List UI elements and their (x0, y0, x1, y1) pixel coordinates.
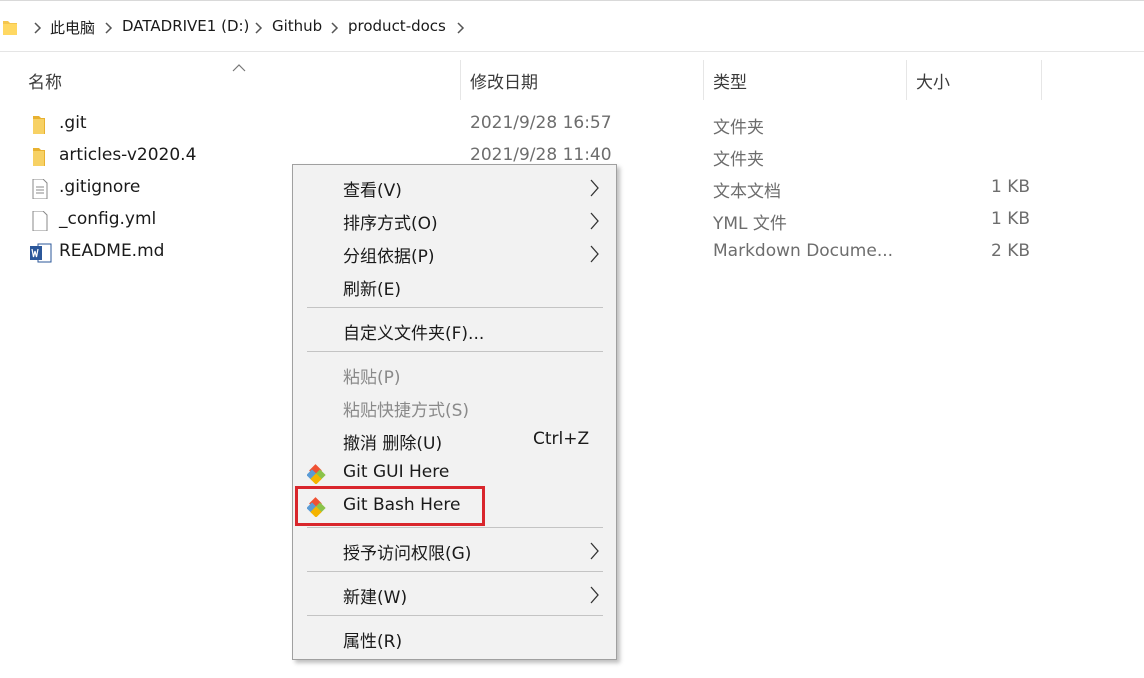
file-size: 1 KB (990, 209, 1030, 229)
chevron-right-icon (589, 586, 599, 604)
menu-item-shortcut: Ctrl+Z (533, 429, 590, 449)
column-name[interactable]: 名称 (28, 68, 62, 93)
menu-item-view[interactable]: 查看(V) (293, 171, 616, 203)
menu-item-label: 授予访问权限(G) (343, 544, 472, 564)
column-date[interactable]: 修改日期 (470, 68, 538, 93)
highlight-box (295, 486, 485, 526)
chevron-right-icon[interactable] (33, 22, 43, 34)
sort-ascending-icon (232, 58, 246, 72)
file-type: Markdown Docume... (713, 241, 894, 261)
chevron-right-icon[interactable] (104, 22, 114, 34)
address-bar[interactable]: 此电脑 DATADRIVE1 (D:) Github product-docs (0, 0, 1144, 52)
column-size[interactable]: 大小 (916, 68, 950, 93)
file-icon (30, 210, 50, 232)
file-type: 文件夹 (713, 118, 764, 138)
git-icon (306, 464, 329, 485)
menu-separator (307, 571, 603, 572)
file-date: 2021/9/28 16:57 (470, 113, 612, 133)
menu-item-customize-folder[interactable]: 自定义文件夹(F)... (293, 314, 616, 346)
menu-item-label: 刷新(E) (343, 280, 402, 300)
menu-item-properties[interactable]: 属性(R) (293, 622, 616, 654)
menu-item-paste-shortcut: 粘贴快捷方式(S) (293, 391, 616, 423)
menu-item-group-by[interactable]: 分组依据(P) (293, 237, 616, 269)
menu-separator (307, 307, 603, 308)
text-file-icon (30, 178, 50, 200)
chevron-right-icon (589, 245, 599, 263)
menu-item-label: 粘贴快捷方式(S) (343, 401, 470, 421)
menu-separator (307, 615, 603, 616)
file-name: .git (59, 113, 87, 133)
chevron-right-icon[interactable] (330, 22, 340, 34)
chevron-right-icon[interactable] (254, 22, 264, 34)
menu-item-label: 查看(V) (343, 181, 402, 201)
folder-icon (30, 147, 50, 167)
menu-item-paste: 粘贴(P) (293, 358, 616, 390)
file-type: YML 文件 (713, 214, 787, 234)
menu-item-label: 新建(W) (343, 588, 408, 608)
folder-icon (3, 19, 17, 35)
chevron-right-icon (589, 179, 599, 197)
file-size: 2 KB (990, 241, 1030, 261)
column-divider[interactable] (703, 60, 704, 100)
folder-icon (30, 115, 50, 135)
chevron-right-icon (589, 212, 599, 230)
breadcrumb-product-docs[interactable]: product-docs (348, 17, 446, 35)
menu-separator (307, 527, 603, 528)
breadcrumb-drive[interactable]: DATADRIVE1 (D:) (122, 17, 249, 35)
breadcrumb-github[interactable]: Github (272, 17, 322, 35)
chevron-right-icon[interactable] (456, 22, 466, 34)
menu-item-label: 撤消 删除(U) (343, 434, 443, 454)
menu-item-label: 粘贴(P) (343, 368, 401, 388)
file-name: _config.yml (59, 209, 157, 229)
column-header: 名称 修改日期 类型 大小 (0, 60, 1144, 100)
menu-item-label: 属性(R) (343, 632, 403, 652)
menu-item-sort-by[interactable]: 排序方式(O) (293, 204, 616, 236)
column-divider[interactable] (1041, 60, 1042, 100)
context-menu: 查看(V) 排序方式(O) 分组依据(P) 刷新(E) 自定义文件夹(F)...… (292, 164, 617, 660)
column-divider[interactable] (906, 60, 907, 100)
menu-separator (307, 351, 603, 352)
menu-item-undo-delete[interactable]: 撤消 删除(U) Ctrl+Z (293, 424, 616, 456)
menu-item-label: 排序方式(O) (343, 214, 438, 234)
menu-item-refresh[interactable]: 刷新(E) (293, 270, 616, 302)
menu-item-give-access[interactable]: 授予访问权限(G) (293, 534, 616, 566)
file-name: articles-v2020.4 (59, 145, 197, 165)
menu-item-new[interactable]: 新建(W) (293, 578, 616, 610)
chevron-right-icon (589, 542, 599, 560)
menu-item-label: Git GUI Here (343, 462, 450, 482)
column-divider[interactable] (460, 60, 461, 100)
file-name: .gitignore (59, 177, 141, 197)
menu-item-label: 自定义文件夹(F)... (343, 324, 485, 344)
menu-item-label: 分组依据(P) (343, 247, 435, 267)
breadcrumb-this-pc[interactable]: 此电脑 (50, 17, 95, 38)
menu-item-git-gui[interactable]: Git GUI Here (293, 457, 616, 489)
file-row[interactable]: .git 2021/9/28 16:57 文件夹 (0, 108, 1144, 140)
word-icon (30, 243, 52, 263)
file-type: 文件夹 (713, 150, 764, 170)
file-name: README.md (59, 241, 165, 261)
file-size: 1 KB (990, 177, 1030, 197)
column-type[interactable]: 类型 (713, 68, 747, 93)
file-type: 文本文档 (713, 182, 781, 202)
file-date: 2021/9/28 11:40 (470, 145, 612, 165)
